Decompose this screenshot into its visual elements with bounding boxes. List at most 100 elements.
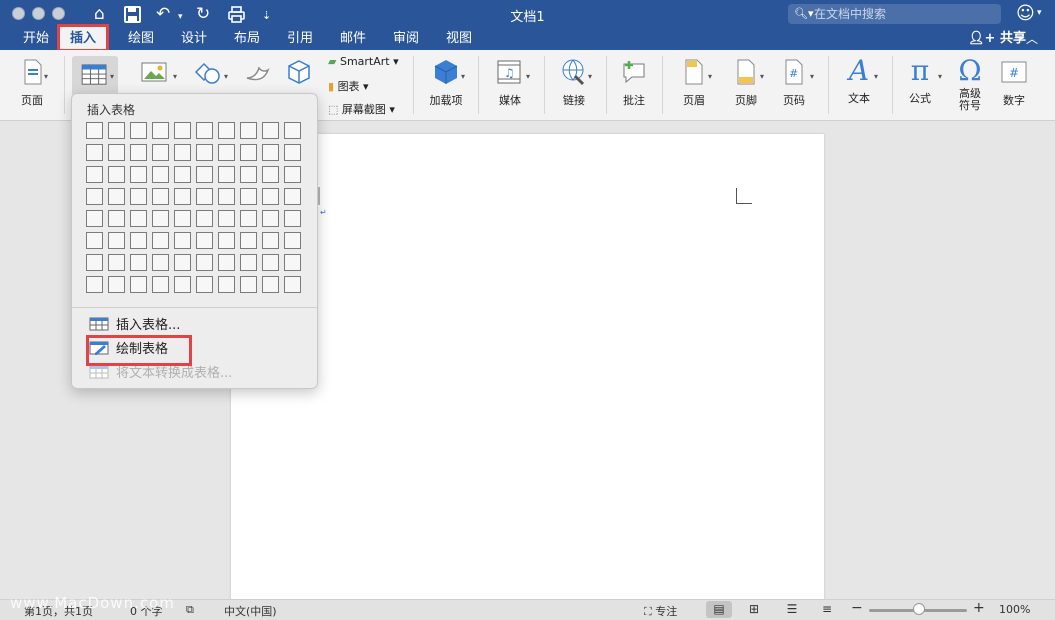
tab-references[interactable]: 引用 [277, 28, 323, 50]
table-grid-cell[interactable] [174, 144, 191, 161]
table-grid-cell[interactable] [130, 254, 147, 271]
table-grid-cell[interactable] [284, 144, 301, 161]
table-grid-cell[interactable] [240, 144, 257, 161]
table-grid-cell[interactable] [130, 232, 147, 249]
insert-table-menu-item[interactable]: 插入表格... [89, 315, 180, 337]
page-number-button[interactable]: # 页码 [772, 50, 816, 121]
table-grid-cell[interactable] [152, 144, 169, 161]
table-grid-cell[interactable] [262, 276, 279, 293]
smartart-button[interactable]: ▰ SmartArt ▾ [328, 55, 399, 68]
table-grid-cell[interactable] [218, 276, 235, 293]
table-grid-cell[interactable] [108, 276, 125, 293]
table-grid-cell[interactable] [218, 144, 235, 161]
feedback-dropdown-icon[interactable]: ▾ [1037, 8, 1042, 18]
chevron-down-icon[interactable]: ▾ [526, 72, 530, 81]
table-grid-cell[interactable] [196, 276, 213, 293]
table-grid-cell[interactable] [174, 210, 191, 227]
table-grid-cell[interactable] [262, 144, 279, 161]
table-grid-cell[interactable] [130, 166, 147, 183]
table-grid-cell[interactable] [284, 166, 301, 183]
table-grid-cell[interactable] [262, 166, 279, 183]
chevron-down-icon[interactable]: ▾ [760, 72, 764, 81]
table-grid-cell[interactable] [86, 254, 103, 271]
header-button[interactable]: 页眉 [672, 50, 716, 121]
table-grid-cell[interactable] [284, 276, 301, 293]
table-grid-cell[interactable] [130, 122, 147, 139]
table-grid-cell[interactable] [284, 188, 301, 205]
draft-view-icon[interactable]: ≡ [814, 601, 840, 618]
equation-button[interactable]: π 公式 [900, 50, 940, 121]
table-grid-cell[interactable] [196, 144, 213, 161]
chevron-down-icon[interactable]: ▾ [810, 72, 814, 81]
table-grid-cell[interactable] [240, 254, 257, 271]
table-grid-cell[interactable] [152, 232, 169, 249]
table-grid-cell[interactable] [218, 232, 235, 249]
table-grid-cell[interactable] [174, 188, 191, 205]
tab-draw[interactable]: 绘图 [118, 28, 164, 50]
text-button[interactable]: A 文本 [836, 50, 882, 121]
table-grid-cell[interactable] [262, 254, 279, 271]
table-grid-cell[interactable] [152, 254, 169, 271]
table-grid-cell[interactable] [152, 166, 169, 183]
focus-mode-button[interactable]: ⛶ 专注 [644, 603, 677, 619]
table-grid-cell[interactable] [196, 254, 213, 271]
table-grid-cell[interactable] [152, 188, 169, 205]
tab-design[interactable]: 设计 [171, 28, 217, 50]
table-grid-cell[interactable] [174, 122, 191, 139]
table-grid-cell[interactable] [240, 188, 257, 205]
table-grid-cell[interactable] [196, 210, 213, 227]
table-grid-cell[interactable] [86, 122, 103, 139]
table-grid-cell[interactable] [108, 188, 125, 205]
number-button[interactable]: # 数字 [994, 50, 1034, 121]
table-grid-cell[interactable] [196, 122, 213, 139]
addins-button[interactable]: 加载项 [422, 50, 470, 121]
share-button[interactable]: 👤︎+ 共享 [968, 28, 1026, 50]
zoom-level[interactable]: 100% [999, 603, 1030, 616]
table-grid-cell[interactable] [108, 144, 125, 161]
table-grid-cell[interactable] [86, 144, 103, 161]
table-grid-cell[interactable] [240, 210, 257, 227]
collapse-ribbon-icon[interactable]: ︿ [1026, 28, 1038, 50]
table-grid-cell[interactable] [108, 254, 125, 271]
table-grid-cell[interactable] [130, 210, 147, 227]
chevron-down-icon[interactable]: ▾ [110, 72, 114, 81]
table-grid-cell[interactable] [196, 188, 213, 205]
chevron-down-icon[interactable]: ▾ [461, 72, 465, 81]
chevron-down-icon[interactable]: ▾ [224, 72, 228, 81]
table-grid-cell[interactable] [152, 210, 169, 227]
zoom-in-button[interactable]: + [973, 600, 985, 616]
table-grid-cell[interactable] [108, 166, 125, 183]
chevron-down-icon[interactable]: ▾ [588, 72, 592, 81]
table-grid-cell[interactable] [262, 210, 279, 227]
tab-mailings[interactable]: 邮件 [330, 28, 376, 50]
table-grid-cell[interactable] [240, 276, 257, 293]
table-grid-cell[interactable] [108, 232, 125, 249]
footer-button[interactable]: 页脚 [724, 50, 768, 121]
document-page[interactable] [231, 134, 824, 609]
table-grid-cell[interactable] [108, 122, 125, 139]
table-grid-cell[interactable] [218, 166, 235, 183]
chevron-down-icon[interactable]: ▾ [874, 72, 878, 81]
proofing-icon[interactable]: ⧉ [186, 603, 194, 617]
table-grid-cell[interactable] [86, 232, 103, 249]
media-button[interactable]: ♫ 媒体 [488, 50, 532, 121]
smiley-feedback-icon[interactable]: ☺ [1016, 3, 1035, 25]
table-grid-cell[interactable] [86, 188, 103, 205]
screenshot-button[interactable]: ⬚ 屏幕截图 ▾ [328, 101, 395, 117]
tab-review[interactable]: 审阅 [383, 28, 429, 50]
table-grid-cell[interactable] [196, 166, 213, 183]
tab-layout[interactable]: 布局 [224, 28, 270, 50]
table-grid-cell[interactable] [130, 276, 147, 293]
chevron-down-icon[interactable]: ▾ [938, 72, 942, 81]
chevron-down-icon[interactable]: ▾ [708, 72, 712, 81]
link-button[interactable]: 链接 [552, 50, 596, 121]
table-grid-cell[interactable] [174, 166, 191, 183]
pages-button[interactable]: 页面 [10, 50, 54, 121]
table-grid-cell[interactable] [174, 276, 191, 293]
table-grid-cell[interactable] [284, 232, 301, 249]
table-grid-cell[interactable] [240, 166, 257, 183]
chart-button[interactable]: ▮ 图表 ▾ [328, 78, 369, 94]
comment-button[interactable]: 批注 [614, 50, 654, 121]
tab-home[interactable]: 开始 [13, 28, 59, 50]
chevron-down-icon[interactable]: ▾ [44, 72, 48, 81]
